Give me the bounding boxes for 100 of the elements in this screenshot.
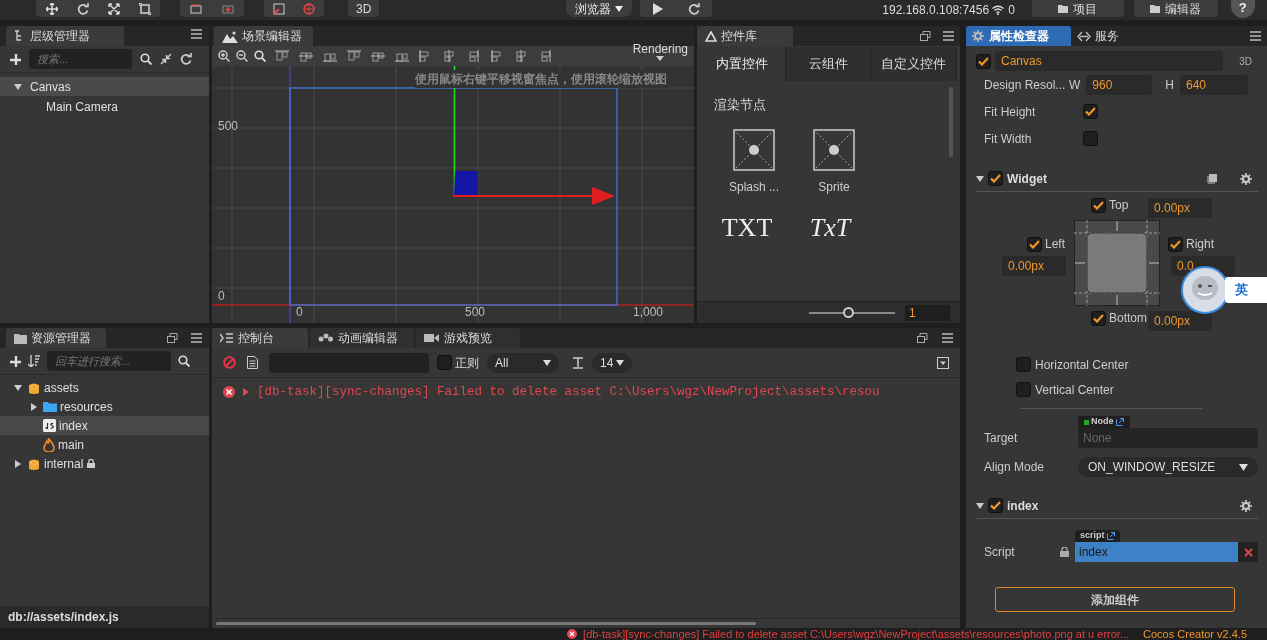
type-tag: Node [1078,416,1130,428]
add-icon[interactable] [10,355,21,367]
panel-tab[interactable]: 服务 [1071,26,1151,46]
close-icon[interactable] [1243,547,1253,557]
tree-item[interactable]: internal [0,454,209,473]
tree-item[interactable]: index [0,416,209,435]
platform-dropdown[interactable]: 浏览器 [566,0,633,17]
zoom-reset-icon[interactable] [254,50,266,62]
help-button[interactable]: ? [1230,0,1255,18]
zoom-field[interactable]: 1 [905,304,950,321]
search-icon[interactable] [140,53,152,65]
document-icon[interactable] [247,356,258,369]
sprite-icon[interactable] [813,128,855,171]
align-icon[interactable] [538,50,554,62]
item-label: Sprite [818,178,850,196]
menu-icon[interactable] [943,31,954,41]
caret-icon[interactable] [976,175,984,182]
align-icon[interactable] [394,50,410,62]
value-field[interactable]: 0.00px [1002,256,1066,276]
clear-icon[interactable] [223,356,236,369]
checkbox[interactable] [1091,197,1106,213]
checkbox[interactable] [1016,382,1031,397]
restore-icon[interactable] [917,333,928,343]
value-field[interactable]: 0.00px [1148,198,1212,218]
search-icon[interactable] [178,355,190,367]
add-icon[interactable] [10,53,21,65]
tree-item[interactable]: Canvas [0,77,209,96]
rendering-dropdown[interactable]: Rendering [632,42,688,61]
value-field[interactable]: 960 [1086,75,1153,95]
node-name-field[interactable]: Canvas [995,51,1224,71]
value-field[interactable]: 640 [1180,75,1248,95]
restore-icon[interactable] [167,333,178,343]
component-title: index [1007,497,1039,515]
checkbox[interactable] [1083,104,1098,119]
align-icon[interactable] [274,50,290,62]
align-icon[interactable] [298,50,314,62]
zoom-in-icon[interactable] [218,50,230,62]
align-icon[interactable] [466,50,482,62]
zoom-out-icon[interactable] [236,50,248,62]
checkbox[interactable] [976,53,991,69]
search-field[interactable]: 回车进行搜索... [47,351,171,371]
font-size-dropdown[interactable]: 14 [592,352,633,373]
checkbox[interactable] [1083,131,1098,146]
align-icon[interactable] [346,50,362,62]
sprite-icon[interactable] [733,128,775,171]
align-icon[interactable] [370,50,386,62]
mode-button[interactable]: 3D [348,0,380,17]
panel-tab[interactable]: 控件库 [697,26,793,46]
checkbox[interactable] [988,498,1003,513]
gear-icon[interactable] [1240,172,1252,185]
panel-tab[interactable]: 游戏预览 [416,328,520,348]
align-icon[interactable] [322,50,338,62]
panel-tab[interactable]: 资源管理器 [6,328,106,348]
checkbox[interactable] [437,355,452,370]
node-type-icon [1084,419,1089,425]
menu-icon[interactable] [942,333,953,343]
tree-item[interactable]: resources [0,397,209,416]
tree-item[interactable]: assets [0,378,209,397]
panel-tab[interactable]: 控制台 [212,328,308,348]
checkbox[interactable] [1168,236,1183,252]
value-field[interactable]: 0.00px [1148,311,1212,331]
scrollbar[interactable] [216,622,756,625]
collapse-icon[interactable] [160,53,172,65]
checkbox[interactable] [1016,357,1031,372]
input-method-indicator[interactable]: 英 [1225,277,1267,303]
level-dropdown[interactable]: All [487,352,559,373]
tree-item[interactable]: Main Camera [0,97,209,116]
panel-tab[interactable]: 层级管理器 [6,26,124,46]
book-icon[interactable] [1207,173,1218,184]
panel-tab[interactable]: 属性检查器 [966,26,1071,46]
checkbox[interactable] [988,171,1003,186]
script-field[interactable]: index [1075,542,1238,562]
restore-icon[interactable] [920,31,931,41]
menu-icon[interactable] [191,29,202,39]
slider-thumb[interactable] [842,306,854,318]
add-component-button[interactable]: 添加组件 [995,587,1235,612]
menu-icon[interactable] [1250,31,1261,41]
remove-button[interactable] [1238,542,1258,562]
checkbox[interactable] [1027,236,1042,252]
align-mode-dropdown[interactable]: ON_WINDOW_RESIZE [1078,457,1258,477]
target-field[interactable]: None [1078,428,1258,448]
tree-item[interactable]: main [0,435,209,454]
label-glyph[interactable]: TXT [721,213,773,242]
property-label: Script [983,544,1016,561]
search-field[interactable]: 搜索... [29,49,132,69]
caret-icon [616,359,625,366]
menu-icon[interactable] [191,333,202,343]
folder-button[interactable]: 项目 [1031,0,1124,17]
refresh-icon[interactable] [180,53,192,65]
panel-tab[interactable]: 动画编辑器 [310,328,414,348]
richtext-glyph[interactable]: TxT [809,213,851,242]
node-square [453,170,479,196]
gear-icon[interactable] [1240,499,1252,512]
caret-icon[interactable] [976,502,984,509]
sort-icon[interactable] [28,355,40,367]
library-tab[interactable]: 内置控件 [700,47,786,81]
checkbox[interactable] [1091,310,1106,326]
panel-tab[interactable]: 场景编辑器 [214,26,313,46]
collapse-all-icon[interactable] [937,356,949,369]
folder-button[interactable]: 编辑器 [1133,0,1218,17]
